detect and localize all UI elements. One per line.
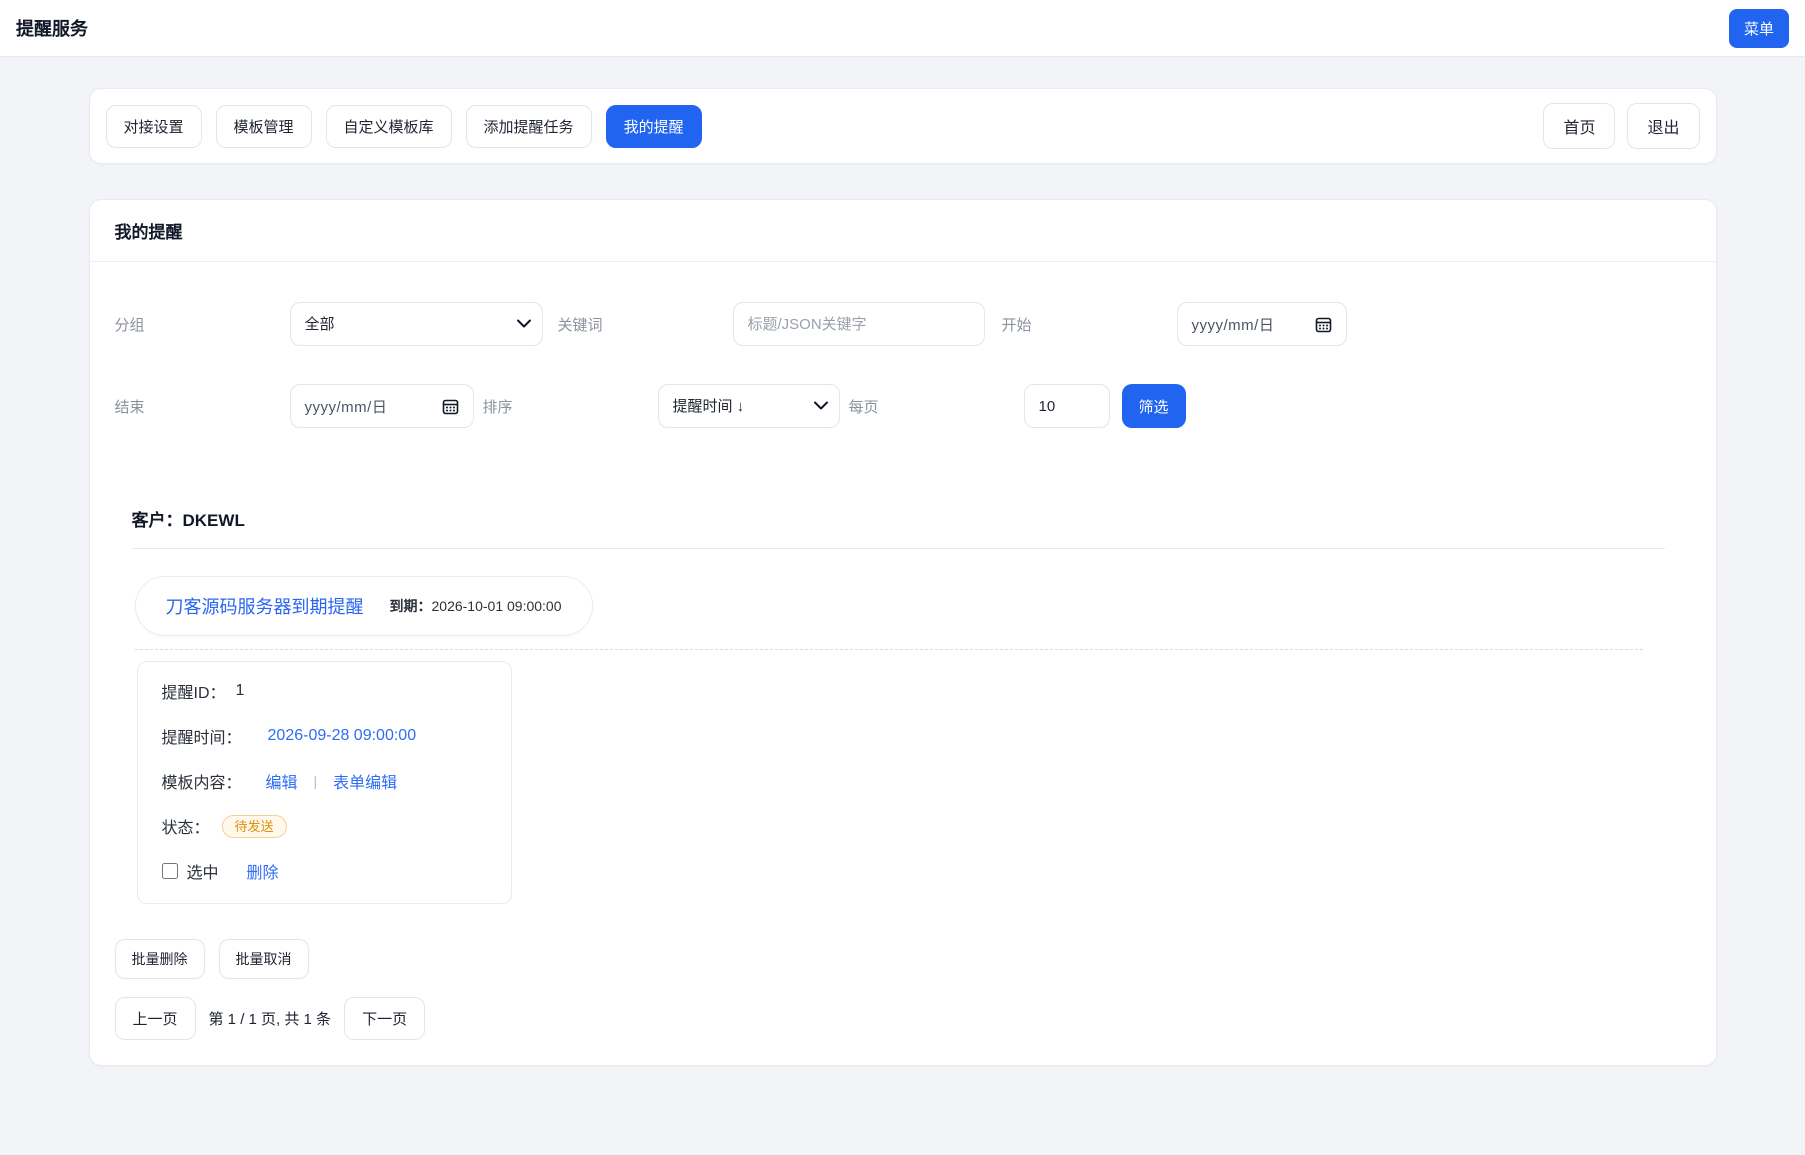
reminder-id-label: 提醒ID： bbox=[162, 679, 226, 703]
reminder-time-link[interactable]: 2026-09-28 09:00:00 bbox=[268, 727, 417, 745]
expire-label: 到期： bbox=[390, 598, 432, 614]
my-reminders-panel: 我的提醒 分组 全部 关键词 开始 yyyy/mm/日 bbox=[89, 199, 1717, 1066]
status-label: 状态： bbox=[162, 814, 210, 838]
group-label: 分组 bbox=[115, 314, 290, 335]
panel-title: 我的提醒 bbox=[115, 218, 1691, 243]
form-edit-link[interactable]: 表单编辑 bbox=[333, 769, 397, 793]
reminder-id-value: 1 bbox=[236, 682, 245, 700]
batch-actions: 批量删除 批量取消 bbox=[115, 939, 1691, 979]
per-page-input[interactable] bbox=[1024, 384, 1110, 428]
customer-label: 客户： bbox=[132, 511, 183, 530]
delete-link[interactable]: 删除 bbox=[247, 859, 279, 883]
sort-label: 排序 bbox=[483, 396, 658, 417]
app-title: 提醒服务 bbox=[16, 15, 88, 41]
panel-body: 分组 全部 关键词 开始 yyyy/mm/日 bbox=[90, 262, 1716, 1065]
filter-row-1: 分组 全部 关键词 开始 yyyy/mm/日 bbox=[115, 302, 1691, 346]
tab-add-reminder-task[interactable]: 添加提醒任务 bbox=[466, 105, 592, 148]
filter-button[interactable]: 筛选 bbox=[1122, 384, 1186, 428]
sort-select[interactable]: 提醒时间 ↓ bbox=[658, 384, 840, 428]
dashed-divider bbox=[135, 649, 1643, 650]
reminder-expire: 到期：2026-10-01 09:00:00 bbox=[390, 596, 562, 616]
edit-link[interactable]: 编辑 bbox=[266, 769, 298, 793]
per-page-label: 每页 bbox=[849, 396, 1024, 417]
group-select-wrap: 全部 bbox=[290, 302, 543, 346]
reminder-time-label: 提醒时间： bbox=[162, 724, 242, 748]
link-separator: | bbox=[314, 773, 318, 789]
tab-template-management[interactable]: 模板管理 bbox=[216, 105, 312, 148]
calendar-icon[interactable] bbox=[1315, 316, 1332, 333]
sort-select-wrap: 提醒时间 ↓ bbox=[658, 384, 840, 428]
tab-my-reminders[interactable]: 我的提醒 bbox=[606, 105, 702, 148]
status-row: 状态： 待发送 bbox=[162, 814, 487, 838]
batch-delete-button[interactable]: 批量删除 bbox=[115, 939, 205, 979]
template-content-label: 模板内容： bbox=[162, 769, 242, 793]
group-select[interactable]: 全部 bbox=[290, 302, 543, 346]
panel-header: 我的提醒 bbox=[90, 200, 1716, 262]
customer-divider bbox=[132, 548, 1665, 549]
start-label: 开始 bbox=[1002, 314, 1177, 335]
start-date-value: yyyy/mm/日 bbox=[1192, 314, 1275, 335]
end-date-input[interactable]: yyyy/mm/日 bbox=[290, 384, 474, 428]
reminder-title-link[interactable]: 刀客源码服务器到期提醒 bbox=[166, 593, 364, 619]
keyword-input[interactable] bbox=[733, 302, 985, 346]
expire-time: 2026-10-01 09:00:00 bbox=[432, 598, 562, 614]
page-container: 对接设置 模板管理 自定义模板库 添加提醒任务 我的提醒 首页 退出 我的提醒 … bbox=[89, 88, 1717, 1066]
reminder-detail-card: 提醒ID： 1 提醒时间： 2026-09-28 09:00:00 模板内容： … bbox=[137, 661, 512, 904]
menu-button[interactable]: 菜单 bbox=[1729, 9, 1789, 48]
calendar-icon[interactable] bbox=[442, 398, 459, 415]
nav-right-group: 首页 退出 bbox=[1543, 103, 1699, 149]
end-label: 结束 bbox=[115, 396, 290, 417]
template-content-row: 模板内容： 编辑 | 表单编辑 bbox=[162, 769, 487, 793]
customer-heading: 客户：DKEWL bbox=[132, 506, 1691, 531]
home-button[interactable]: 首页 bbox=[1543, 103, 1615, 149]
customer-name: DKEWL bbox=[183, 511, 245, 530]
start-date-input[interactable]: yyyy/mm/日 bbox=[1177, 302, 1347, 346]
top-bar: 提醒服务 菜单 bbox=[0, 0, 1805, 57]
select-label: 选中 bbox=[187, 859, 219, 883]
nav-card: 对接设置 模板管理 自定义模板库 添加提醒任务 我的提醒 首页 退出 bbox=[89, 88, 1717, 164]
status-badge: 待发送 bbox=[222, 815, 287, 838]
customer-section: 客户：DKEWL 刀客源码服务器到期提醒 到期：2026-10-01 09:00… bbox=[115, 506, 1691, 904]
filter-row-2: 结束 yyyy/mm/日 排序 提醒时间 ↓ 每页 bbox=[115, 384, 1691, 428]
tab-custom-template-library[interactable]: 自定义模板库 bbox=[326, 105, 452, 148]
reminder-id-row: 提醒ID： 1 bbox=[162, 679, 487, 703]
batch-cancel-button[interactable]: 批量取消 bbox=[219, 939, 309, 979]
reminder-task-pill: 刀客源码服务器到期提醒 到期：2026-10-01 09:00:00 bbox=[135, 576, 593, 636]
select-checkbox[interactable] bbox=[162, 863, 178, 879]
prev-page-button[interactable]: 上一页 bbox=[115, 997, 196, 1040]
keyword-label: 关键词 bbox=[558, 314, 733, 335]
pagination: 上一页 第 1 / 1 页, 共 1 条 下一页 bbox=[115, 997, 1691, 1040]
logout-button[interactable]: 退出 bbox=[1627, 103, 1699, 149]
next-page-button[interactable]: 下一页 bbox=[344, 997, 425, 1040]
reminder-time-row: 提醒时间： 2026-09-28 09:00:00 bbox=[162, 724, 487, 748]
select-row: 选中 删除 bbox=[162, 859, 487, 883]
page-info: 第 1 / 1 页, 共 1 条 bbox=[209, 1008, 332, 1029]
tab-connection-settings[interactable]: 对接设置 bbox=[106, 105, 202, 148]
end-date-value: yyyy/mm/日 bbox=[305, 396, 388, 417]
